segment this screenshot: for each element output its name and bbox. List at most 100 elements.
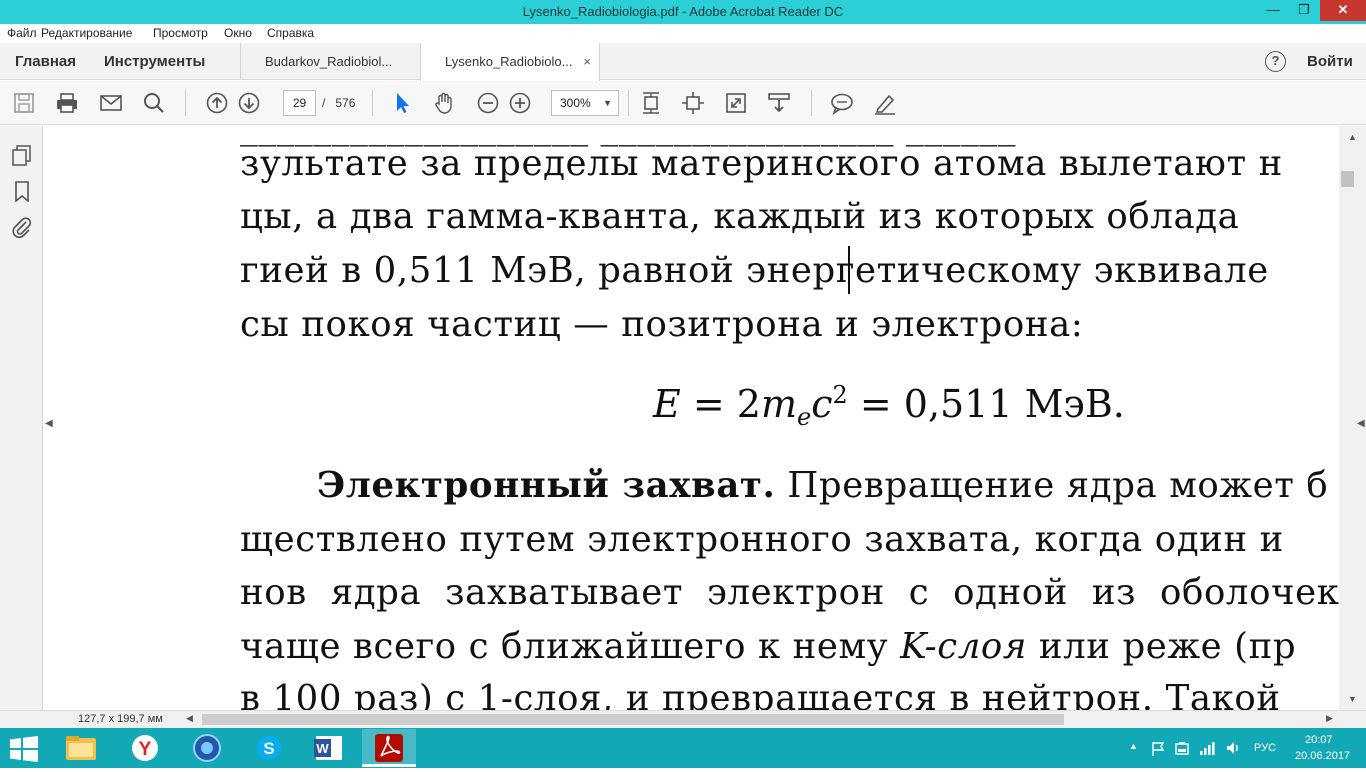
prev-page-icon[interactable] (205, 91, 229, 115)
text-line: зультате за пределы материнского атома в… (240, 143, 1283, 184)
rotate-icon[interactable] (681, 91, 705, 115)
horizontal-scrollbar-thumb[interactable] (202, 714, 1064, 725)
attachment-icon[interactable] (11, 216, 33, 238)
page-dimensions: 127,7 x 199,7 мм (78, 713, 163, 725)
formula-result: = 0,511 МэВ. (847, 382, 1125, 426)
text-line: сы покоя частиц — позитрона и электрона: (240, 304, 1084, 345)
print-icon[interactable] (55, 91, 79, 115)
formula-part: = 2 (680, 382, 761, 426)
paragraph-heading: Электронный захват. (317, 465, 776, 506)
bookmark-icon[interactable] (11, 180, 33, 202)
word-icon[interactable]: W (302, 729, 356, 767)
select-cursor-icon[interactable] (390, 91, 414, 115)
hand-icon[interactable] (432, 91, 456, 115)
document-view[interactable]: ___________________ ________________ ___… (57, 126, 1339, 710)
battery-icon[interactable] (1174, 740, 1190, 756)
menu-file[interactable]: Файл (7, 26, 37, 40)
zoom-select[interactable]: 300% ▼ (551, 90, 619, 116)
keyboard-language[interactable]: РУС (1254, 742, 1276, 754)
svg-text:S: S (263, 739, 274, 758)
close-button[interactable]: ✕ (1320, 0, 1366, 21)
media-player-icon[interactable] (180, 729, 234, 767)
formula-mass: m (760, 382, 797, 426)
fit-page-icon[interactable] (639, 91, 663, 115)
yandex-browser-icon[interactable]: Y (118, 729, 172, 767)
toolbar-separator (811, 90, 812, 116)
minimize-button[interactable]: — (1258, 0, 1288, 21)
help-icon[interactable]: ? (1265, 51, 1286, 72)
nav-tools[interactable]: Инструменты (104, 53, 205, 70)
explorer-icon[interactable] (54, 729, 108, 767)
menu-window[interactable]: Окно (224, 26, 252, 40)
search-icon[interactable] (142, 91, 166, 115)
window-titlebar: Lysenko_Radiobiologia.pdf - Adobe Acroba… (0, 0, 1366, 24)
collapse-right-panel-icon[interactable]: ◀ (1357, 418, 1365, 429)
menu-bar: Файл Редактирование Просмотр Окно Справк… (0, 24, 1366, 43)
nav-home[interactable]: Главная (15, 53, 76, 70)
status-bar: 127,7 x 199,7 мм ◀ ▶ (0, 710, 1366, 728)
formula-energy: E (653, 382, 681, 426)
signal-icon[interactable] (1199, 740, 1215, 756)
scroll-left-icon[interactable]: ◀ (186, 713, 193, 724)
text-line: нов ядра захватывает электрон с одной из… (240, 572, 1339, 613)
zoom-in-icon[interactable] (508, 91, 532, 115)
formula-subscript: e (796, 403, 812, 431)
svg-text:W: W (316, 741, 329, 756)
page-total-value: 576 (335, 96, 356, 110)
clock-time[interactable]: 20:07 (1305, 734, 1333, 746)
text-line: гией в 0,511 МэВ, равной энергетическому… (240, 250, 1269, 291)
acrobat-icon[interactable] (362, 729, 416, 767)
comment-icon[interactable] (830, 91, 854, 115)
menu-help[interactable]: Справка (267, 26, 314, 40)
taskbar: Y S W ▲ РУС 20:07 20.06.2017 (0, 728, 1366, 768)
line-italic: K-слоя (900, 626, 1028, 667)
page-number-input[interactable]: 29 (283, 90, 316, 116)
maximize-button[interactable]: ❐ (1290, 0, 1318, 21)
toolbar-separator (372, 90, 373, 116)
formula: E = 2mec2 = 0,511 МэВ. (653, 381, 1125, 431)
tab-budarkov[interactable]: Budarkov_Radiobiol... (240, 43, 420, 80)
windows-start-icon[interactable] (10, 736, 38, 762)
tab-label: Budarkov_Radiobiol... (265, 54, 393, 69)
left-navigation-panel (0, 126, 43, 710)
collapse-left-panel-icon[interactable]: ◀ (45, 418, 55, 434)
tray-expand-icon[interactable]: ▲ (1129, 741, 1138, 751)
volume-icon[interactable] (1225, 740, 1241, 756)
page-total: / 576 (322, 96, 355, 110)
scroll-mode-icon[interactable] (767, 91, 791, 115)
window-title: Lysenko_Radiobiologia.pdf - Adobe Acroba… (522, 4, 844, 19)
clock-date[interactable]: 20.06.2017 (1295, 750, 1350, 762)
scroll-up-icon[interactable]: ▲ (1348, 132, 1357, 142)
zoom-out-icon[interactable] (476, 91, 500, 115)
scroll-down-icon[interactable]: ▼ (1348, 694, 1357, 704)
text-line: в 100 раз) с 1-слоя, и превращается в не… (240, 678, 1281, 710)
tab-close-icon[interactable]: × (583, 54, 591, 69)
flag-icon[interactable] (1150, 741, 1166, 757)
pages-icon[interactable] (11, 144, 33, 166)
highlight-icon[interactable] (873, 91, 897, 115)
scrollbar-thumb[interactable] (1341, 171, 1354, 187)
svg-text:Y: Y (139, 739, 152, 760)
scroll-right-icon[interactable]: ▶ (1326, 713, 1333, 724)
save-icon[interactable] (12, 91, 36, 115)
toolbar-separator (185, 90, 186, 116)
signin-button[interactable]: Войти (1307, 53, 1353, 70)
line-part: чаще всего с ближайшего к нему (240, 626, 901, 667)
skype-icon[interactable]: S (242, 729, 296, 767)
tab-label: Lysenko_Radiobiolo... (445, 54, 573, 69)
formula-c: c (811, 382, 833, 426)
menu-view[interactable]: Просмотр (153, 26, 208, 40)
next-page-icon[interactable] (237, 91, 261, 115)
text-line: ществлено путем электронного захвата, ко… (240, 519, 1284, 560)
full-screen-icon[interactable] (724, 91, 748, 115)
text-cursor (848, 246, 850, 294)
toolbar-separator (628, 90, 629, 116)
email-icon[interactable] (99, 91, 123, 115)
chevron-down-icon: ▼ (603, 98, 612, 108)
paragraph-text: Превращение ядра может б (775, 465, 1329, 506)
menu-edit[interactable]: Редактирование (41, 26, 132, 40)
toolbar: 29 / 576 300% ▼ (0, 81, 1366, 125)
line-part: или реже (пр (1027, 626, 1297, 667)
text-line: цы, а два гамма-кванта, каждый из которы… (240, 196, 1240, 237)
tab-lysenko[interactable]: Lysenko_Radiobiolo... × (420, 43, 600, 81)
